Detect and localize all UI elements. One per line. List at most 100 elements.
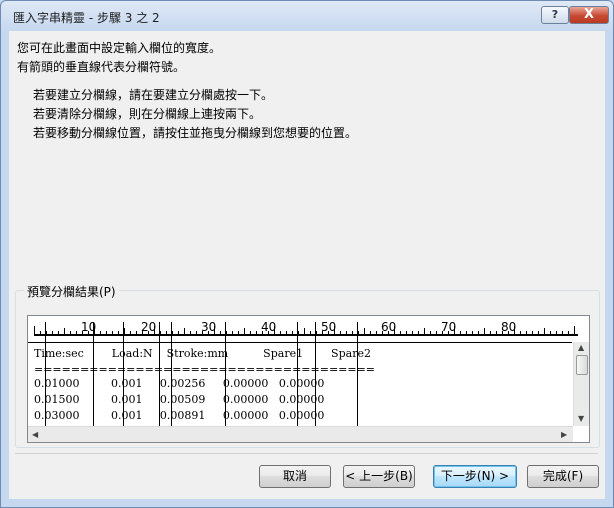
ruler-tick (58, 331, 59, 334)
column-break-line[interactable] (315, 322, 316, 429)
intro-text: 您可在此畫面中設定輸入欄位的寬度。 有箭頭的垂直線代表分欄符號。 (17, 39, 221, 77)
ruler-tick (232, 331, 233, 334)
ruler-tick (250, 331, 251, 334)
next-button[interactable]: 下一步(N) > (433, 465, 517, 488)
ruler-tick (298, 331, 299, 334)
ruler-tick (532, 331, 533, 334)
separator (15, 453, 598, 454)
ruler-tick (496, 331, 497, 334)
ruler-baseline (34, 334, 578, 336)
column-break-line[interactable] (297, 322, 298, 429)
ruler-tick (412, 331, 413, 334)
ruler-tick (526, 331, 527, 334)
ruler-tick (430, 331, 431, 334)
ruler-tick (220, 331, 221, 334)
ruler-tick (214, 326, 215, 334)
ruler-tick (94, 326, 95, 334)
ruler-tick (562, 331, 563, 334)
ruler-tick (364, 328, 365, 334)
instruction-clear: 若要清除分欄線，則在分欄線上連按兩下。 (33, 107, 262, 121)
ruler-tick (154, 326, 155, 334)
ruler-tick (460, 331, 461, 334)
ruler-tick (142, 331, 143, 334)
instructions: 若要建立分欄線，請在要建立分欄處按一下。 若要清除分欄線，則在分欄線上連按兩下。… (33, 86, 357, 143)
ruler-tick (466, 331, 467, 334)
ruler-tick (136, 331, 137, 334)
column-break-line[interactable] (159, 322, 160, 429)
ruler-tick (82, 331, 83, 334)
column-break-line[interactable] (171, 322, 172, 429)
preview-text: Time:sec Load:N Stroke:mm Spare1 Spare2 … (28, 322, 572, 429)
ruler-tick (322, 331, 323, 334)
ruler-tick (166, 331, 167, 334)
help-button[interactable]: ? (541, 6, 569, 24)
preview-group: 預覽分欄結果(P) 10 20 30 40 50 60 70 80 Time:s… (15, 283, 600, 448)
preview-pane[interactable]: 10 20 30 40 50 60 70 80 Time:sec Load:N … (27, 315, 590, 443)
preview-line-header: Time:sec Load:N Stroke:mm Spare1 Spare2 (34, 347, 371, 360)
ruler-tick (478, 331, 479, 334)
ruler-tick (118, 331, 119, 334)
ruler-tick (406, 331, 407, 334)
ruler-tick (52, 331, 53, 334)
ruler-tick (346, 331, 347, 334)
ruler-tick (274, 326, 275, 334)
finish-button[interactable]: 完成(F) (527, 465, 599, 488)
ruler-tick (394, 326, 395, 334)
back-button[interactable]: < 上一步(B) (343, 465, 415, 488)
ruler-tick (112, 331, 113, 334)
cancel-button[interactable]: 取消 (259, 465, 331, 488)
ruler-tick (46, 331, 47, 334)
scroll-right-icon[interactable]: ▶ (561, 430, 567, 439)
ruler-tick (64, 328, 65, 334)
ruler-tick (70, 331, 71, 334)
intro-line-2: 有箭頭的垂直線代表分欄符號。 (17, 60, 186, 74)
ruler-tick (184, 328, 185, 334)
ruler-tick (502, 331, 503, 334)
ruler-tick (508, 331, 509, 334)
wizard-window: 匯入字串精靈 - 步驟 3 之 2 ? X 您可在此畫面中設定輸入欄位的寬度。 … (0, 0, 614, 508)
ruler-tick (130, 331, 131, 334)
ruler-tick (358, 331, 359, 334)
ruler-tick (538, 331, 539, 334)
preview-line-1: 0.01000 0.001 0.00256 0.00000 0.00000 (34, 377, 325, 390)
ruler-tick (328, 331, 329, 334)
ruler-tick (40, 331, 41, 334)
ruler-tick (472, 331, 473, 334)
preview-label: 預覽分欄結果(P) (24, 283, 119, 300)
ruler-tick (100, 331, 101, 334)
ruler-tick (268, 331, 269, 334)
ruler-tick (88, 331, 89, 334)
ruler-tick (550, 331, 551, 334)
ruler-tick (382, 331, 383, 334)
column-ruler[interactable]: 10 20 30 40 50 60 70 80 (28, 316, 589, 342)
close-button[interactable]: X (569, 6, 609, 24)
ruler-tick (280, 331, 281, 334)
column-break-line[interactable] (45, 322, 46, 429)
ruler-tick (316, 331, 317, 334)
ruler-tick (436, 331, 437, 334)
ruler-tick (490, 331, 491, 334)
ruler-tick (514, 326, 515, 334)
ruler-tick (310, 331, 311, 334)
ruler-tick (574, 326, 575, 334)
column-break-line[interactable] (123, 322, 124, 429)
ruler-tick (76, 331, 77, 334)
ruler-tick (148, 331, 149, 334)
column-break-line[interactable] (225, 322, 226, 429)
horizontal-scrollbar[interactable]: ◀ ▶ (28, 426, 573, 442)
scroll-thumb[interactable] (576, 355, 588, 375)
column-break-line[interactable] (357, 322, 358, 429)
ruler-tick (244, 328, 245, 334)
ruler-tick (124, 328, 125, 334)
vertical-scrollbar[interactable]: ▲ ▼ (573, 342, 589, 426)
scroll-up-icon[interactable]: ▲ (578, 343, 584, 352)
window-title: 匯入字串精靈 - 步驟 3 之 2 (13, 11, 160, 25)
ruler-tick (334, 326, 335, 334)
scroll-left-icon[interactable]: ◀ (32, 430, 38, 439)
ruler-tick (190, 331, 191, 334)
column-break-line[interactable] (93, 322, 94, 429)
instruction-move: 若要移動分欄線位置，請按住並拖曳分欄線到您想要的位置。 (33, 126, 358, 140)
ruler-tick (292, 331, 293, 334)
ruler-tick (400, 331, 401, 334)
scroll-down-icon[interactable]: ▼ (578, 414, 584, 423)
